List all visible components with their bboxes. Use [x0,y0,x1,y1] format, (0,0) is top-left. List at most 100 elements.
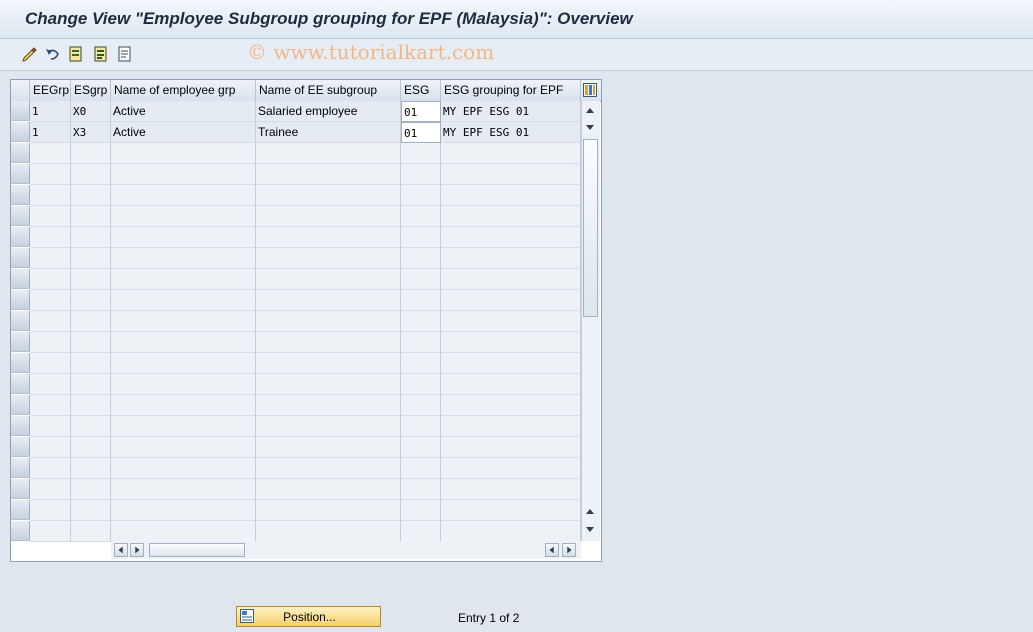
cell-esgrp [71,164,111,185]
scroll-left-icon[interactable] [114,543,128,557]
undo-icon[interactable] [44,46,60,62]
row-selector[interactable] [11,269,30,289]
row-selector[interactable] [11,311,30,331]
cell-name-employee-grp: Active [111,122,256,143]
column-settings-icon[interactable] [583,83,597,97]
cell-esgrp: X0 [71,101,111,122]
scroll-up-icon[interactable] [583,104,597,118]
col-header-esgrp[interactable]: ESgrp [71,80,111,101]
row-selector[interactable] [11,164,30,184]
row-selector[interactable] [11,290,30,310]
row-selector[interactable] [11,479,30,499]
table-row [11,332,589,353]
cell-esgrp [71,227,111,248]
row-selector[interactable] [11,332,30,352]
scroll-right-icon[interactable] [130,543,144,557]
cell-esg[interactable]: 01 [401,101,441,122]
document-icon[interactable] [117,46,133,62]
scroll-page-down-icon[interactable] [583,522,597,536]
col-header-name-ee-subgroup[interactable]: Name of EE subgroup [256,80,401,101]
table-row [11,269,589,290]
cell-esg-grouping-epf [441,479,581,500]
scroll-far-right-icon[interactable] [562,543,576,557]
save-variant-icon[interactable] [68,46,84,62]
cell-eegrp: 1 [30,122,71,143]
cell-esg-grouping-epf [441,416,581,437]
cell-eegrp [30,416,71,437]
row-selector[interactable] [11,248,30,268]
row-selector[interactable] [11,374,30,394]
table-row [11,479,589,500]
horizontal-scroll-thumb[interactable] [149,543,245,557]
col-header-esg-grouping-epf[interactable]: ESG grouping for EPF [441,80,581,101]
row-selector[interactable] [11,458,30,478]
cell-eegrp [30,185,71,206]
cell-esg-grouping-epf: MY EPF ESG 01 [441,101,581,122]
list-icon[interactable] [93,46,109,62]
cell-esgrp [71,248,111,269]
table-row [11,374,589,395]
row-selector[interactable] [11,416,30,436]
row-selector[interactable] [11,521,30,541]
cell-esg [401,374,441,395]
table-row [11,416,589,437]
row-selector[interactable] [11,437,30,457]
cell-esgrp [71,269,111,290]
row-selector[interactable] [11,122,30,142]
cell-name-ee-subgroup [256,227,401,248]
table-row: 1 X3 Active Trainee 01 MY EPF ESG 01 [11,122,589,143]
entry-counter: Entry 1 of 2 [458,611,520,625]
cell-esgrp [71,185,111,206]
scroll-page-up-icon[interactable] [583,505,597,519]
cell-eegrp [30,353,71,374]
row-selector[interactable] [11,143,30,163]
table-row [11,248,589,269]
table-row [11,206,589,227]
cell-esg [401,353,441,374]
cell-esg [401,290,441,311]
cell-eegrp [30,164,71,185]
cell-eegrp [30,395,71,416]
row-selector[interactable] [11,185,30,205]
cell-esg [401,143,441,164]
cell-name-ee-subgroup [256,206,401,227]
vertical-scroll-thumb[interactable] [583,139,598,317]
row-selector[interactable] [11,353,30,373]
scroll-far-left-icon[interactable] [545,543,559,557]
cell-eegrp: 1 [30,101,71,122]
cell-eegrp [30,437,71,458]
horizontal-scrollbar[interactable] [111,541,581,559]
vertical-scrollbar[interactable] [581,101,600,541]
select-all-header[interactable] [11,80,30,101]
table-row [11,164,589,185]
table-row [11,521,589,542]
cell-esg-grouping-epf [441,437,581,458]
cell-esgrp: X3 [71,122,111,143]
cell-name-ee-subgroup [256,479,401,500]
cell-esg-grouping-epf: MY EPF ESG 01 [441,122,581,143]
table-row [11,500,589,521]
row-selector[interactable] [11,101,30,121]
col-header-esg[interactable]: ESG [401,80,441,101]
cell-esgrp [71,143,111,164]
cell-esg-grouping-epf [441,290,581,311]
row-selector[interactable] [11,395,30,415]
cell-eegrp [30,479,71,500]
title-bar: Change View "Employee Subgroup grouping … [0,0,1033,39]
scroll-down-icon[interactable] [583,120,597,134]
table-row [11,143,589,164]
position-button[interactable]: Position... [236,606,381,627]
cell-esg[interactable]: 01 [401,122,441,143]
cell-name-employee-grp [111,353,256,374]
col-header-name-employee-grp[interactable]: Name of employee grp [111,80,256,101]
cell-eegrp [30,248,71,269]
edit-pencil-icon[interactable] [21,46,37,62]
cell-name-employee-grp [111,269,256,290]
row-selector[interactable] [11,206,30,226]
row-selector[interactable] [11,227,30,247]
cell-esg-grouping-epf [441,248,581,269]
col-header-eegrp[interactable]: EEGrp [30,80,71,101]
cell-eegrp [30,374,71,395]
cell-esg-grouping-epf [441,164,581,185]
row-selector[interactable] [11,500,30,520]
